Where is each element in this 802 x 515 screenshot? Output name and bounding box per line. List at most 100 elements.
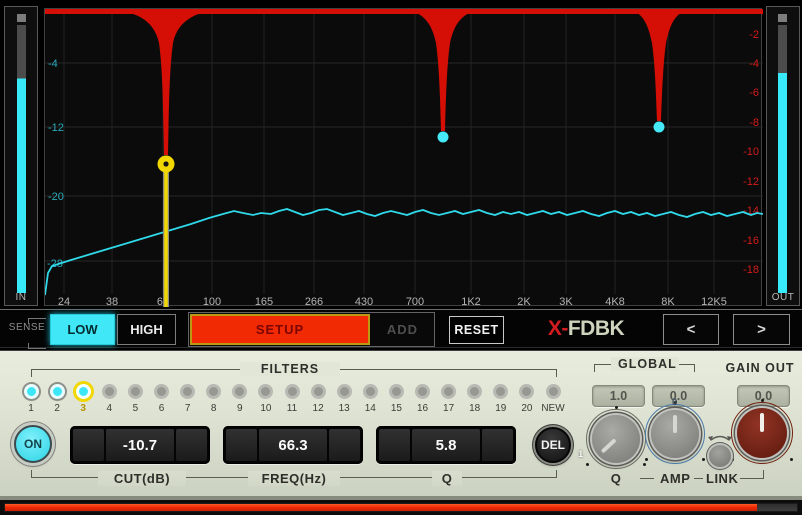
right-db-label: -6 [749,87,759,99]
filter-led[interactable] [546,384,561,399]
right-db-label: -4 [749,58,759,70]
filter-slot-number: 7 [185,403,191,414]
filter-led[interactable] [180,384,195,399]
filter-led[interactable] [128,384,143,399]
sense-bracket-top [28,318,46,324]
spectrum-svg: -4-12-20-28-2-4-6-8-10-12-14-16-18243862… [45,9,763,307]
output-meter: OUT [766,6,800,306]
filter-led[interactable] [363,384,378,399]
gain-bracket-tick [763,470,764,479]
cut-display[interactable]: -10.7 [70,426,210,464]
notch-filter-shape [401,9,485,131]
q-nudge-down[interactable] [379,429,410,461]
filter-slot-number: 9 [237,403,243,414]
filter-slot-number: 12 [313,403,324,414]
left-db-label: -20 [48,191,64,203]
cut-nudge-down[interactable] [73,429,104,461]
right-db-label: -8 [749,117,759,129]
freq-tick-label: 165 [255,296,273,307]
setup-button[interactable]: SETUP [190,314,370,345]
spectrum-display[interactable]: -4-12-20-28-2-4-6-8-10-12-14-16-18243862… [44,8,762,306]
q-param-label: Q [432,471,462,486]
freq-tick-label: 12K5 [701,296,727,307]
notch-handle[interactable] [654,122,665,133]
gain-out-knob[interactable] [737,408,787,458]
filters-group-label: FILTERS [240,362,340,376]
logo-x: X- [548,317,568,340]
global-q-value[interactable]: 1.0 [592,385,645,407]
freq-label: FREQ(Hz) [248,471,340,486]
filter-led[interactable] [76,384,91,399]
filter-led[interactable] [206,384,221,399]
freq-tick-label: 4K8 [605,296,625,307]
output-level-bar [778,25,787,293]
filter-led[interactable] [493,384,508,399]
sense-low-button[interactable]: LOW [50,314,115,345]
filter-led[interactable] [102,384,117,399]
filter-slot-number: 18 [469,403,480,414]
freq-tick-label: 700 [406,296,424,307]
output-clip-indicator [778,14,787,22]
filter-led[interactable] [519,384,534,399]
filter-on-button[interactable]: ON [14,425,52,463]
freq-display[interactable]: 66.3 [223,426,363,464]
cut-label: CUT(dB) [98,471,186,486]
filter-led[interactable] [415,384,430,399]
output-meter-label: OUT [767,292,799,303]
freq-tick-label: 8K [661,296,675,307]
notch-filter-shape [108,9,224,155]
filter-led[interactable] [285,384,300,399]
global-q-knob[interactable] [592,415,640,463]
filter-slot-number: 20 [521,403,532,414]
freq-nudge-down[interactable] [226,429,257,461]
filter-slot-number: 10 [260,403,271,414]
global-amp-knob[interactable] [651,410,699,458]
filter-led[interactable] [467,384,482,399]
global-q-knob-label: Q [602,471,630,486]
spectrum-curve [45,209,763,295]
filter-led[interactable] [337,384,352,399]
filter-led[interactable] [311,384,326,399]
right-db-label: -18 [743,264,759,276]
freq-tick-label: 430 [355,296,373,307]
filter-led[interactable] [441,384,456,399]
filter-led[interactable] [24,384,39,399]
filter-slot-number: 15 [391,403,402,414]
filter-led[interactable] [258,384,273,399]
filter-del-button[interactable]: DEL [535,427,571,463]
q-value[interactable]: 5.8 [412,429,480,461]
right-db-label: -12 [743,176,759,188]
input-meter-label: IN [5,292,37,303]
logo-fdbk: FDBK [568,317,624,340]
filter-led[interactable] [232,384,247,399]
q-display[interactable]: 5.8 [376,426,516,464]
filter-slot-number: 8 [211,403,217,414]
filter-slot-number: 16 [417,403,428,414]
filter-slot-number: 14 [365,403,376,414]
prev-filter-button[interactable]: < [663,314,719,345]
freq-value[interactable]: 66.3 [259,429,327,461]
global-amp-knob-label: AMP [654,471,696,486]
q-nudge-up[interactable] [482,429,513,461]
cut-nudge-up[interactable] [176,429,207,461]
add-button[interactable]: ADD [372,314,433,345]
amp-link-line-left [640,478,654,479]
link-knob[interactable] [709,445,731,467]
setup-progress-track [4,503,798,512]
sense-high-button[interactable]: HIGH [117,314,176,345]
notch-handle[interactable] [438,132,449,143]
filter-led[interactable] [50,384,65,399]
freq-nudge-up[interactable] [329,429,360,461]
global-group-label: GLOBAL [611,357,679,371]
filter-led[interactable] [389,384,404,399]
next-filter-button[interactable]: > [733,314,790,345]
freq-tick-label: 38 [106,296,118,307]
cut-value[interactable]: -10.7 [106,429,174,461]
reset-button[interactable]: RESET [449,316,504,344]
plugin-logo: X-FDBK [536,317,636,341]
filter-led[interactable] [154,384,169,399]
filter-slot-number: NEW [541,403,564,414]
filter-slot-number: 5 [133,403,139,414]
filter-slot-new[interactable]: NEW [538,384,568,414]
setup-progress-bar [0,500,802,515]
